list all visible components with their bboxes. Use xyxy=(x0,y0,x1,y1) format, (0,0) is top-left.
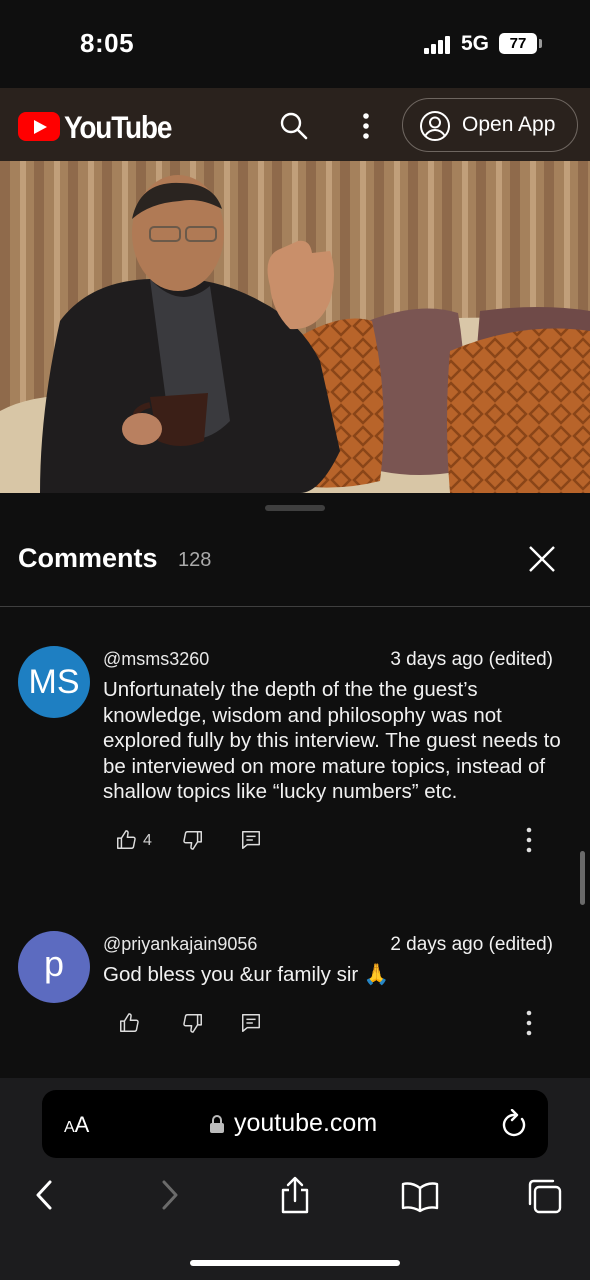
bookmarks-icon[interactable] xyxy=(400,1176,440,1216)
open-app-button[interactable]: Open App xyxy=(402,98,578,152)
dislike-icon[interactable] xyxy=(182,1012,204,1034)
text-size-small: A xyxy=(64,1119,75,1136)
comment-more-icon[interactable] xyxy=(522,827,536,853)
comment-more-icon[interactable] xyxy=(522,1010,536,1036)
reply-icon[interactable] xyxy=(240,1012,262,1034)
like-icon[interactable] xyxy=(118,1012,140,1034)
drag-handle[interactable] xyxy=(265,505,325,511)
url-text: youtube.com xyxy=(234,1109,378,1137)
back-icon[interactable] xyxy=(32,1176,56,1216)
search-icon[interactable] xyxy=(278,110,310,142)
account-circle-icon xyxy=(419,110,451,142)
comment-time: 2 days ago (edited) xyxy=(390,934,553,955)
comment-text: God bless you &ur family sir 🙏 xyxy=(103,963,390,986)
battery-tip xyxy=(539,39,542,48)
more-vert-icon[interactable] xyxy=(354,110,378,142)
text-size-big: A xyxy=(74,1112,90,1137)
video-player[interactable] xyxy=(0,161,590,493)
home-indicator[interactable] xyxy=(190,1260,400,1266)
comment-time: 3 days ago (edited) xyxy=(390,649,553,670)
avatar[interactable]: MS xyxy=(18,646,90,718)
status-bar: 8:05 5G 77 xyxy=(0,0,590,88)
forward-icon[interactable] xyxy=(158,1176,182,1216)
youtube-logo[interactable]: YouTube xyxy=(18,110,172,145)
tabs-icon[interactable] xyxy=(526,1176,564,1216)
lock-icon xyxy=(209,1114,225,1134)
share-icon[interactable] xyxy=(279,1176,311,1216)
scrollbar[interactable] xyxy=(580,851,585,905)
comments-panel: Comments 128 MS @msms3260 3 days ago (ed… xyxy=(0,493,590,1078)
browser-toolbar: AA youtube.com xyxy=(0,1078,590,1280)
comments-divider xyxy=(0,606,590,607)
text-size-button[interactable]: AA xyxy=(64,1112,89,1138)
youtube-header: YouTube Open App xyxy=(0,88,590,161)
youtube-wordmark: YouTube xyxy=(64,110,172,145)
youtube-play-logo-icon xyxy=(18,112,60,141)
like-count: 4 xyxy=(143,832,152,849)
battery-icon: 77 xyxy=(499,33,537,54)
open-app-label: Open App xyxy=(462,113,556,136)
reload-icon[interactable] xyxy=(500,1108,528,1139)
like-icon[interactable] xyxy=(115,829,137,851)
close-icon[interactable] xyxy=(526,543,558,575)
reply-icon[interactable] xyxy=(240,829,262,851)
avatar[interactable]: p xyxy=(18,931,90,1003)
comment-author[interactable]: @msms3260 xyxy=(103,649,209,670)
comment-author[interactable]: @priyankajain9056 xyxy=(103,934,257,955)
comments-count: 128 xyxy=(178,549,212,571)
status-time: 8:05 xyxy=(80,28,135,58)
signal-strength-icon xyxy=(424,36,452,54)
network-type: 5G xyxy=(461,32,490,55)
comment-text: Unfortunately the depth of the the guest… xyxy=(103,678,561,803)
comments-title: Comments xyxy=(18,543,158,573)
dislike-icon[interactable] xyxy=(182,829,204,851)
address-bar[interactable]: AA youtube.com xyxy=(42,1090,548,1158)
